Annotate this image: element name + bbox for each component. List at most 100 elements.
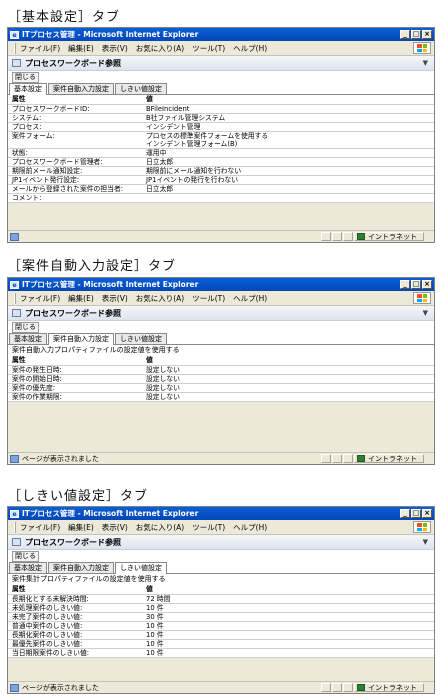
table-row: 普通中案件のしきい値: 10 件 <box>8 621 434 631</box>
row-value: 日立太郎 <box>142 184 434 194</box>
menu-tools[interactable]: ツール(T) <box>192 522 225 533</box>
menu-file[interactable]: ファイル(F) <box>20 43 60 54</box>
row-key: プロセスワークボード管理者: <box>8 157 142 167</box>
menu-favorites[interactable]: お気に入り(A) <box>136 43 184 54</box>
tab-auto-input[interactable]: 案件自動入力設定 <box>48 562 114 573</box>
property-table: 属性値 プロセスワークボードID: BFileIncident システム: B社ファ… <box>8 95 434 203</box>
header-value: 値 <box>142 356 434 366</box>
menu-edit[interactable]: 編集(E) <box>68 293 94 304</box>
intranet-icon <box>357 684 365 691</box>
menu-tools[interactable]: ツール(T) <box>192 293 225 304</box>
table-row: 期限前メール通知設定: 期限前にメール通知を行わない <box>8 166 434 176</box>
table-row: 案件の作業期限: 設定しない <box>8 392 434 402</box>
close-window-button[interactable]: × <box>422 509 432 518</box>
tab-threshold[interactable]: しきい値設定 <box>115 562 167 574</box>
status-pane <box>343 232 353 241</box>
maximize-button[interactable]: □ <box>411 509 421 518</box>
menu-help[interactable]: ヘルプ(H) <box>233 43 267 54</box>
menu-edit[interactable]: 編集(E) <box>68 43 94 54</box>
page-header: プロセスワークボード参照 ▼ <box>8 56 434 71</box>
workboard-icon <box>12 538 21 546</box>
menu-file[interactable]: ファイル(F) <box>20 293 60 304</box>
row-value: 期限前にメール通知を行わない <box>142 166 434 176</box>
zone-label: イントラネット <box>368 683 417 692</box>
maximize-button[interactable]: □ <box>411 280 421 289</box>
row-value: 72 時間 <box>142 594 434 604</box>
browser-window-auto-input: e ITプロセス管理 - Microsoft Internet Explorer… <box>7 277 435 465</box>
tab-basic[interactable]: 基本設定 <box>9 562 47 573</box>
close-window-button[interactable]: × <box>422 280 432 289</box>
menu-tools[interactable]: ツール(T) <box>192 43 225 54</box>
row-key: 案件の発生日時: <box>8 365 142 375</box>
table-row: 長期化とする未解決時間: 72 時間 <box>8 594 434 604</box>
tab-basic[interactable]: 基本設定 <box>9 83 47 95</box>
row-value: B社ファイル管理システム <box>142 113 434 123</box>
row-key: 案件の開始日時: <box>8 374 142 384</box>
header-attribute: 属性 <box>8 356 142 366</box>
maximize-button[interactable]: □ <box>411 30 421 39</box>
section-title-basic: ［基本設定］タブ <box>8 10 121 25</box>
row-key: 最優先案件のしきい値: <box>8 639 142 649</box>
menu-view[interactable]: 表示(V) <box>102 293 128 304</box>
row-key: 案件の優先度: <box>8 383 142 393</box>
status-text: ページが表示されました <box>22 683 99 692</box>
tab-threshold[interactable]: しきい値設定 <box>115 83 167 94</box>
close-button[interactable]: 閉じる <box>12 321 39 333</box>
menu-help[interactable]: ヘルプ(H) <box>233 522 267 533</box>
status-pane <box>321 454 331 463</box>
row-value: 10 件 <box>142 603 434 613</box>
minimize-button[interactable]: _ <box>400 30 410 39</box>
close-button[interactable]: 閉じる <box>12 71 39 83</box>
window-title: ITプロセス管理 - Microsoft Internet Explorer <box>22 30 199 39</box>
status-text: ページが表示されました <box>22 454 99 463</box>
status-pane <box>332 454 342 463</box>
page-title: プロセスワークボード参照 <box>25 537 121 547</box>
menu-view[interactable]: 表示(V) <box>102 522 128 533</box>
section-title-auto-input: ［案件自動入力設定］タブ <box>8 259 177 274</box>
toolbar-grip[interactable] <box>14 42 16 54</box>
menu-help[interactable]: ヘルプ(H) <box>233 293 267 304</box>
settings-note: 案件自動入力プロパティファイルの設定値を使用する <box>12 346 180 354</box>
close-window-button[interactable]: × <box>422 30 432 39</box>
close-button[interactable]: 閉じる <box>12 550 39 562</box>
title-bar: e ITプロセス管理 - Microsoft Internet Explorer… <box>8 28 434 41</box>
window-title: ITプロセス管理 - Microsoft Internet Explorer <box>22 509 199 518</box>
security-zone: イントラネット <box>354 683 424 692</box>
menu-file[interactable]: ファイル(F) <box>20 522 60 533</box>
row-value: 10 件 <box>142 648 434 658</box>
collapse-caret-icon[interactable]: ▼ <box>423 538 428 546</box>
tab-auto-input[interactable]: 案件自動入力設定 <box>48 333 114 345</box>
status-pane <box>332 232 342 241</box>
security-zone: イントラネット <box>354 232 424 241</box>
row-value: プロセスの標準案件フォームを使用する <box>146 131 269 140</box>
table-row: 案件の開始日時: 設定しない <box>8 374 434 384</box>
menu-favorites[interactable]: お気に入り(A) <box>136 293 184 304</box>
collapse-caret-icon[interactable]: ▼ <box>423 309 428 317</box>
minimize-button[interactable]: _ <box>400 509 410 518</box>
tab-bar: 基本設定 案件自動入力設定 しきい値設定 <box>8 333 434 345</box>
ie-icon: e <box>10 509 19 518</box>
tab-auto-input[interactable]: 案件自動入力設定 <box>48 83 114 94</box>
table-row: プロセスワークボードID: BFileIncident <box>8 104 434 114</box>
tab-basic[interactable]: 基本設定 <box>9 333 47 344</box>
table-row: 案件の発生日時: 設定しない <box>8 365 434 375</box>
row-value <box>142 193 434 203</box>
row-key: 状態: <box>8 148 142 158</box>
collapse-caret-icon[interactable]: ▼ <box>423 59 428 67</box>
tab-threshold[interactable]: しきい値設定 <box>115 333 167 344</box>
workboard-icon <box>12 59 21 67</box>
menu-favorites[interactable]: お気に入り(A) <box>136 522 184 533</box>
menu-view[interactable]: 表示(V) <box>102 43 128 54</box>
toolbar-grip[interactable] <box>14 521 16 533</box>
status-bar: ページが表示されました イントラネット <box>8 681 434 693</box>
toolbar-grip[interactable] <box>14 292 16 304</box>
tab-bar: 基本設定 案件自動入力設定 しきい値設定 <box>8 83 434 95</box>
table-row: コメント: <box>8 193 434 203</box>
property-table: 属性値 長期化とする未解決時間: 72 時間 未処理案件のしきい値: 10 件 未完… <box>8 585 434 658</box>
row-value: 10 件 <box>142 621 434 631</box>
minimize-button[interactable]: _ <box>400 280 410 289</box>
header-value: 値 <box>142 585 434 595</box>
intranet-icon <box>357 455 365 462</box>
page-icon <box>10 232 19 241</box>
menu-edit[interactable]: 編集(E) <box>68 522 94 533</box>
